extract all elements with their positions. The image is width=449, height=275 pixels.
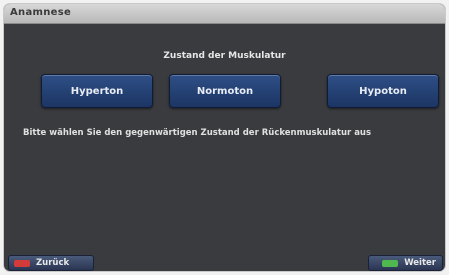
instruction-text: Bitte wählen Sie den gegenwärtigen Zusta… <box>23 128 372 138</box>
next-button-label: Weiter <box>404 258 436 268</box>
section-heading: Zustand der Muskulatur <box>163 51 286 61</box>
next-button[interactable]: Weiter <box>368 255 443 271</box>
back-button[interactable]: Zurück <box>8 255 94 271</box>
red-key-icon <box>14 259 30 267</box>
title-bar: Anamnese <box>4 4 445 24</box>
normoton-button[interactable]: Normoton <box>169 74 281 108</box>
back-button-label: Zurück <box>36 258 70 268</box>
green-key-icon <box>382 259 399 267</box>
dialog-window: Anamnese Zustand der Muskulatur Hyperton… <box>4 4 445 271</box>
hypoton-button[interactable]: Hypoton <box>327 74 439 108</box>
window-title: Anamnese <box>10 7 72 18</box>
muscle-tone-options: Hyperton Normoton Hypoton <box>4 74 445 108</box>
hyperton-button[interactable]: Hyperton <box>41 74 153 108</box>
